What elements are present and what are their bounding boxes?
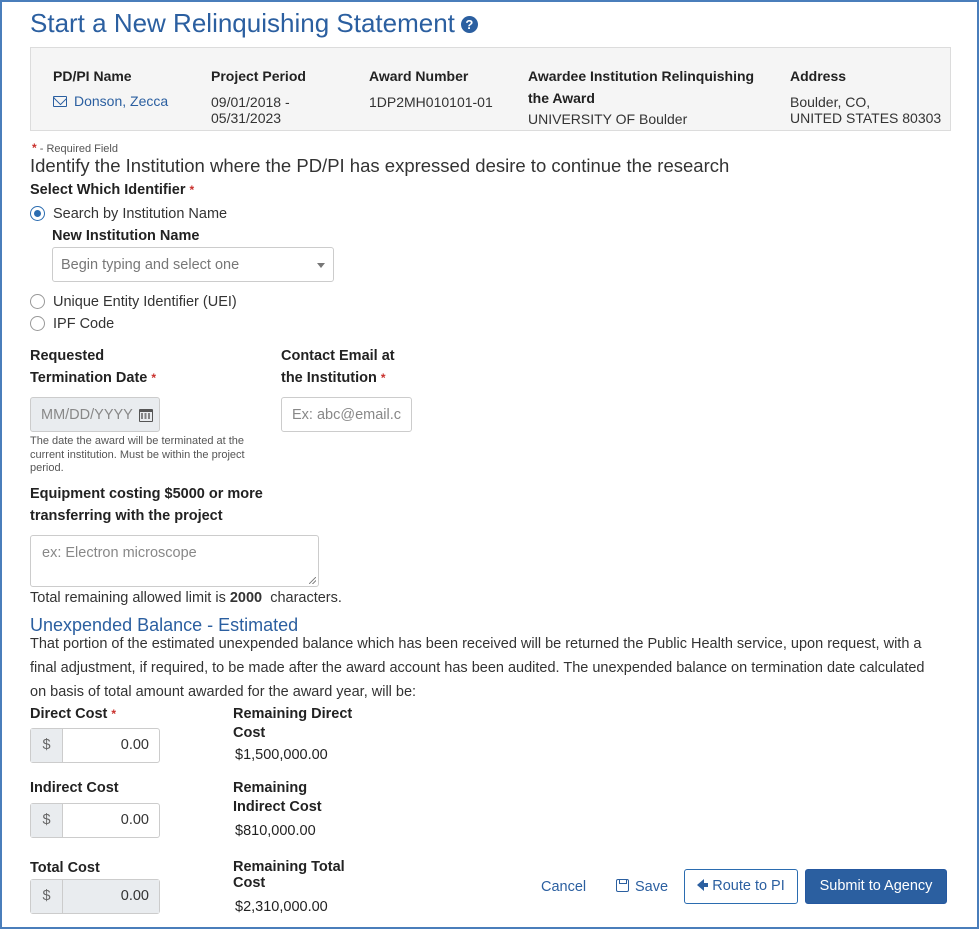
mail-icon — [53, 96, 67, 107]
currency-symbol: $ — [31, 880, 63, 913]
direct-cost-input[interactable]: $ 0.00 — [30, 728, 160, 763]
address-line2: UNITED STATES 80303 — [790, 110, 942, 126]
remaining-total-label: Remaining Total Cost — [233, 859, 345, 891]
route-to-pi-button[interactable]: Route to PI — [684, 869, 798, 904]
arrow-left-icon — [697, 879, 709, 891]
termination-date-input[interactable]: MM/DD/YYYY — [30, 397, 160, 432]
remaining-direct-value: $1,500,000.00 — [235, 747, 328, 763]
pi-column: PD/PI Name Donson, Zecca — [53, 65, 168, 109]
save-icon — [616, 879, 629, 892]
period-end: 05/31/2023 — [211, 110, 282, 126]
save-button[interactable]: Save — [616, 879, 668, 895]
award-number: 1DP2MH010101-01 — [369, 94, 493, 110]
pi-header: PD/PI Name — [53, 68, 132, 84]
indirect-cost-input[interactable]: $ 0.00 — [30, 803, 160, 838]
chevron-down-icon — [317, 263, 325, 268]
period-header: Project Period — [211, 68, 306, 84]
new-institution-label: New Institution Name — [52, 228, 200, 244]
institution-name: UNIVERSITY OF Boulder — [528, 111, 688, 127]
pi-name-link[interactable]: Donson, Zecca — [53, 93, 168, 109]
termination-date-label: Requested Termination Date * — [30, 348, 157, 386]
radio-uei[interactable]: Unique Entity Identifier (UEI) — [30, 293, 237, 310]
termination-help-text: The date the award will be terminated at… — [30, 435, 245, 474]
required-field-note: * - Required Field — [32, 141, 118, 155]
new-institution-select[interactable]: Begin typing and select one — [52, 247, 334, 282]
character-limit-text: Total remaining allowed limit is 2000 ch… — [30, 590, 342, 606]
radio-button[interactable] — [30, 316, 45, 331]
award-summary-panel: PD/PI Name Donson, Zecca Project Period … — [30, 47, 951, 131]
unexpended-balance-description: That portion of the estimated unexpended… — [30, 636, 925, 700]
period-start: 09/01/2018 - — [211, 94, 290, 110]
radio-institution-name[interactable]: Search by Institution Name — [30, 205, 227, 222]
institution-header: Awardee Institution Relinquishing the Awa… — [528, 68, 755, 106]
period-column: Project Period 09/01/2018 - 05/31/2023 — [211, 65, 306, 126]
currency-symbol: $ — [31, 729, 63, 762]
cancel-button[interactable]: Cancel — [541, 879, 586, 895]
equipment-label: Equipment costing $5000 or more transfer… — [30, 486, 263, 524]
total-cost-label: Total Cost — [30, 860, 100, 876]
contact-email-input[interactable]: Ex: abc@email.c — [281, 397, 412, 432]
remaining-indirect-value: $810,000.00 — [235, 823, 316, 839]
total-cost-input: $ 0.00 — [30, 879, 160, 914]
institution-column: Awardee Institution Relinquishing the Awa… — [528, 65, 754, 127]
currency-symbol: $ — [31, 804, 63, 837]
radio-ipf-code[interactable]: IPF Code — [30, 315, 114, 332]
identify-heading: Identify the Institution where the PD/PI… — [30, 155, 730, 176]
calendar-icon[interactable] — [139, 409, 153, 422]
remaining-indirect-label: Remaining Indirect Cost — [233, 780, 322, 815]
radio-button-checked[interactable] — [30, 206, 45, 221]
equipment-textarea[interactable]: ex: Electron microscope — [30, 535, 319, 587]
award-header: Award Number — [369, 68, 469, 84]
submit-to-agency-button[interactable]: Submit to Agency — [805, 869, 947, 904]
indirect-cost-label: Indirect Cost — [30, 780, 119, 796]
help-icon[interactable]: ? — [460, 16, 478, 33]
address-line1: Boulder, CO, — [790, 94, 871, 110]
address-header: Address — [790, 68, 847, 84]
page-title: Start a New Relinquishing Statement? — [30, 8, 478, 39]
award-column: Award Number 1DP2MH010101-01 — [369, 65, 493, 110]
remaining-direct-label: Remaining Direct Cost — [233, 706, 353, 741]
remaining-total-value: $2,310,000.00 — [235, 899, 328, 915]
radio-button[interactable] — [30, 294, 45, 309]
direct-cost-label: Direct Cost * — [30, 706, 117, 722]
address-column: Address Boulder, CO, UNITED STATES 80303 — [790, 65, 941, 126]
identifier-label: Select Which Identifier * — [30, 182, 195, 198]
contact-email-label: Contact Email at the Institution * — [281, 348, 395, 386]
resize-handle-icon[interactable] — [309, 577, 316, 584]
